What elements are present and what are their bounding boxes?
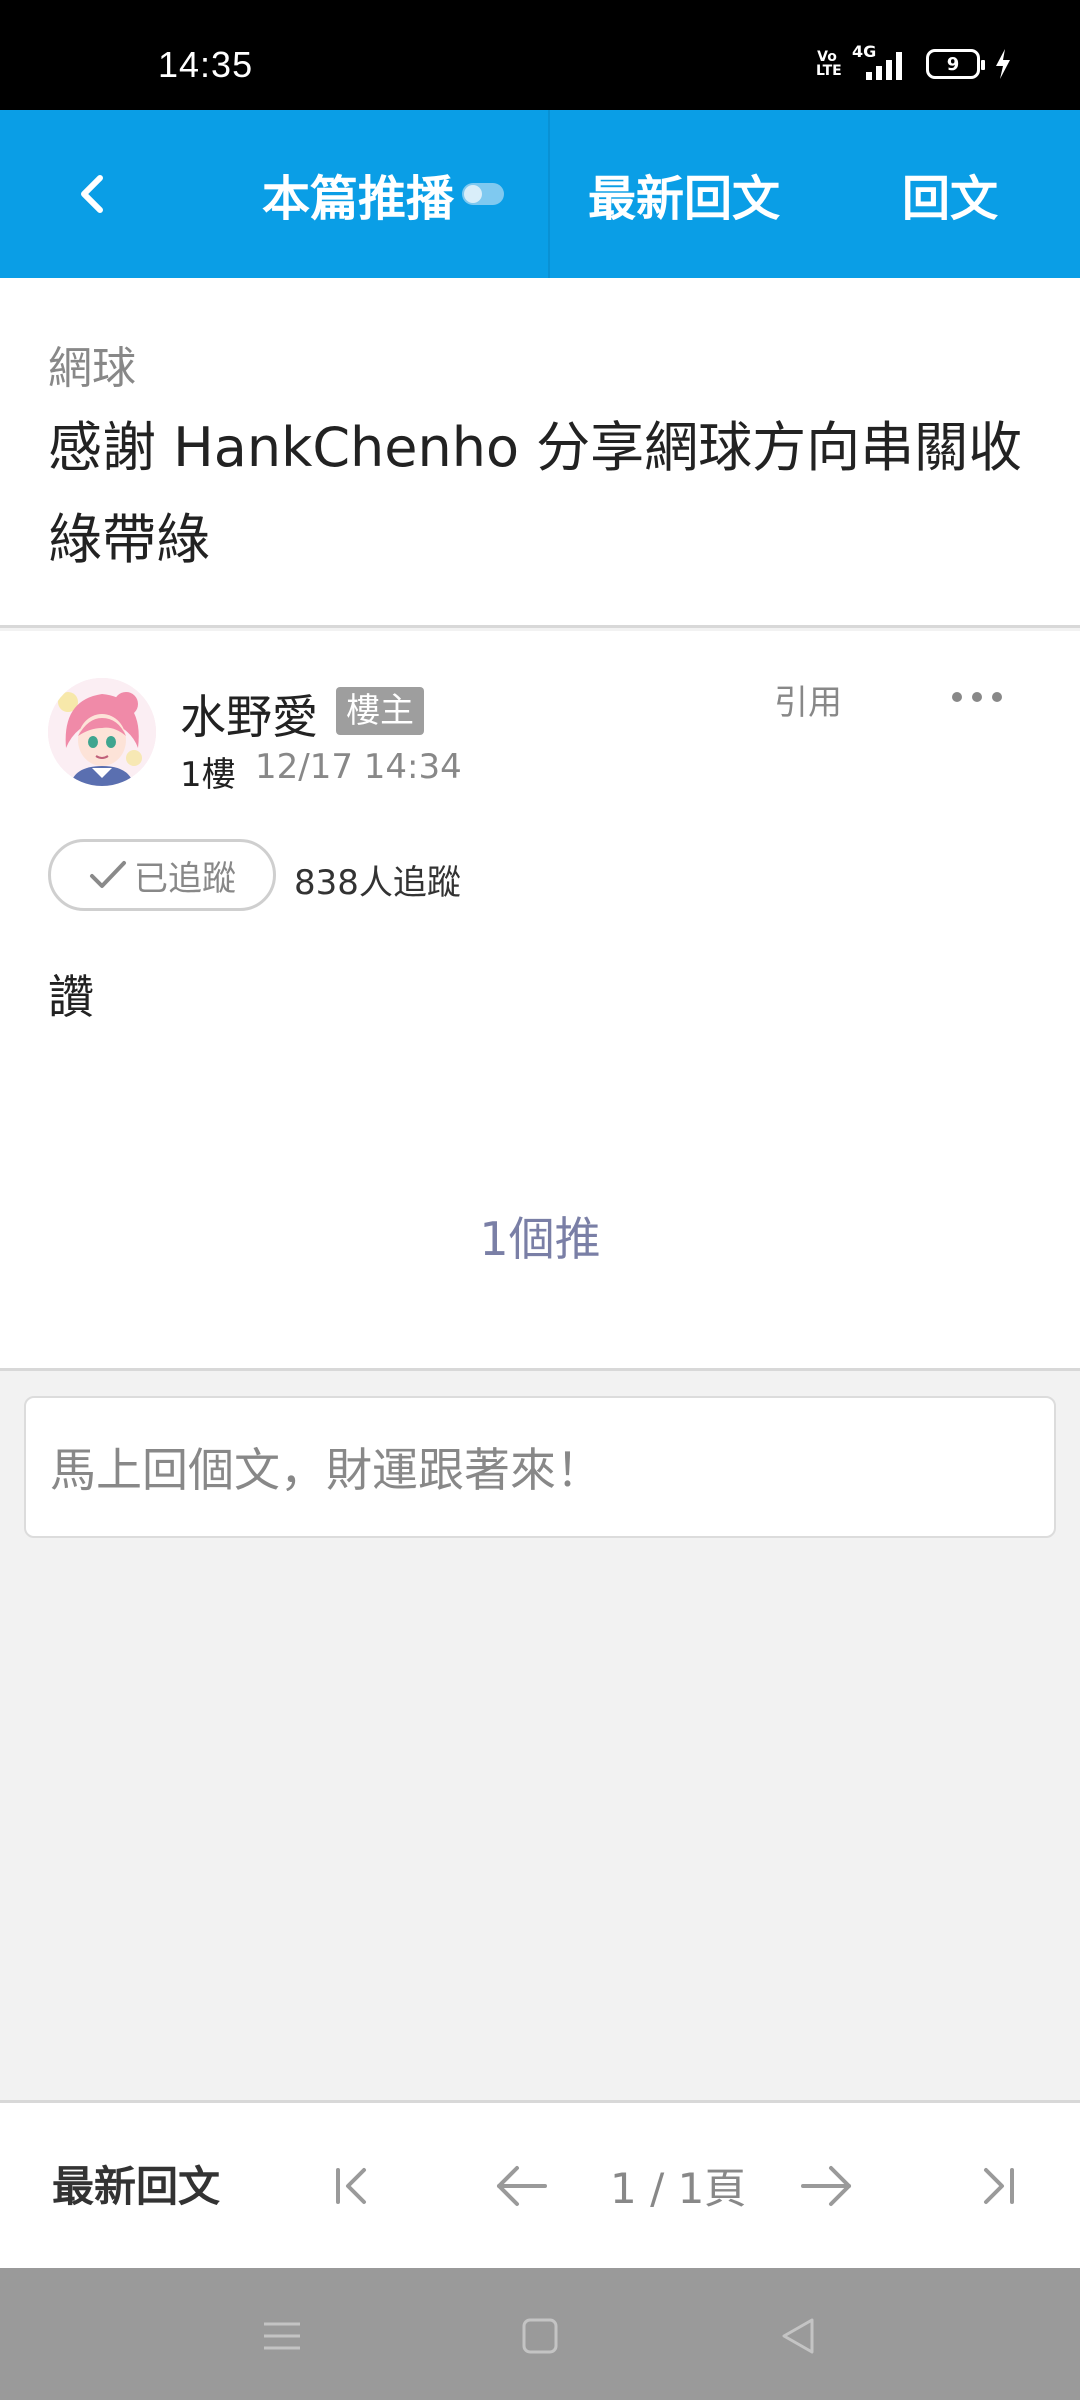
author-name[interactable]: 水野愛 [180, 681, 318, 747]
back-triangle-icon[interactable] [768, 2306, 828, 2366]
chevron-left-icon [81, 175, 103, 213]
battery-icon: 9 [926, 49, 985, 79]
latest-reply-button[interactable]: 最新回文 [588, 156, 780, 232]
push-count[interactable]: 1個推 [0, 1203, 1080, 1269]
follower-count: 838人追蹤 [294, 863, 461, 903]
post-content: 讚 [48, 970, 94, 1024]
article-header: 網球 感謝 HankChenho 分享網球方向串關收綠帶綠 [0, 278, 1080, 628]
system-navigation-bar [0, 2268, 1080, 2400]
push-notification-toggle[interactable]: 本篇推播 [262, 156, 505, 232]
post-time: 12/17 14:34 [255, 747, 462, 787]
back-button[interactable] [56, 158, 128, 230]
status-bar: 14:35 Vo LTE 4G 9 [0, 0, 1080, 110]
board-name[interactable]: 網球 [48, 332, 136, 396]
checkmark-icon [90, 861, 126, 888]
bottom-pagination-bar: 最新回文 1 / 1頁 [0, 2100, 1080, 2268]
push-label: 本篇推播 [262, 171, 455, 227]
avatar-image [48, 678, 156, 786]
volte-icon: Vo LTE [816, 49, 842, 79]
article-title: 感謝 HankChenho 分享網球方向串關收綠帶綠 [48, 416, 1023, 571]
bottom-latest-reply-button[interactable]: 最新回文 [52, 2153, 220, 2214]
app-header: 本篇推播 最新回文 回文 [0, 110, 1080, 278]
menu-icon[interactable] [252, 2306, 312, 2366]
header-divider [548, 110, 550, 278]
op-badge: 樓主 [336, 687, 424, 735]
page-indicator[interactable]: 1 / 1頁 [610, 2155, 746, 2216]
post: 水野愛 樓主 1樓 12/17 14:34 引用 已追蹤 838人追蹤 讚 1個… [0, 631, 1080, 1371]
charging-icon [996, 49, 1010, 79]
home-icon[interactable] [510, 2306, 570, 2366]
previous-page-icon[interactable] [486, 2151, 556, 2221]
last-page-icon[interactable] [962, 2151, 1032, 2221]
avatar[interactable] [48, 678, 156, 786]
follow-label: 已追蹤 [134, 858, 236, 899]
more-options-icon[interactable] [952, 679, 1002, 715]
first-page-icon[interactable] [318, 2151, 388, 2221]
quote-button[interactable]: 引用 [774, 675, 842, 724]
follow-button[interactable]: 已追蹤 [48, 839, 276, 911]
reply-input[interactable]: 馬上回個文，財運跟著來！ [24, 1396, 1056, 1538]
status-icons: Vo LTE 4G 9 [816, 42, 1012, 80]
network-type: 4G [852, 42, 877, 61]
floor-number: 1樓 [180, 755, 236, 795]
battery-level: 9 [946, 53, 960, 75]
reply-button[interactable]: 回文 [902, 156, 998, 232]
toggle-switch-icon [462, 183, 505, 205]
signal-icon: 4G [852, 42, 912, 80]
next-page-icon[interactable] [792, 2151, 862, 2221]
status-time: 14:35 [158, 44, 254, 85]
